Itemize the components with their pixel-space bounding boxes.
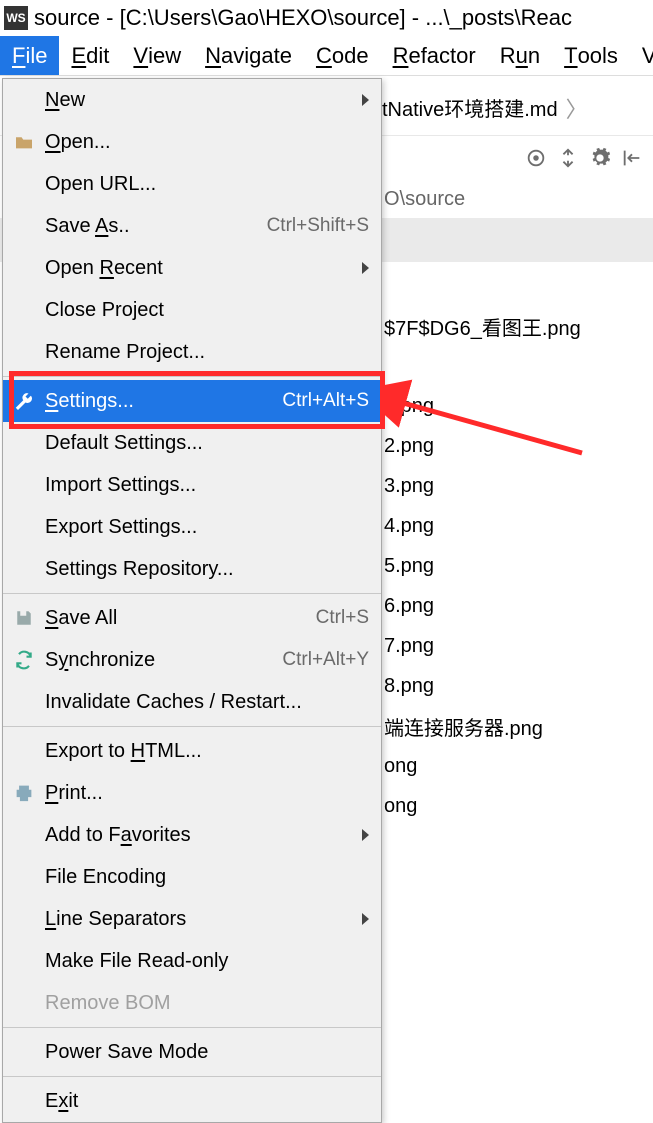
menu-item-new[interactable]: New [3, 79, 381, 121]
menu-item-export-to-html[interactable]: Export to HTML... [3, 730, 381, 772]
menu-item-label: Save As.. [45, 215, 259, 238]
menu-item-settings[interactable]: Settings... Ctrl+Alt+S [3, 380, 381, 422]
menu-view[interactable]: View [121, 36, 193, 75]
path-text: O\source [384, 188, 465, 211]
menu-item-remove-bom: Remove BOM [3, 982, 381, 1024]
menu-item-label: Import Settings... [45, 474, 369, 497]
breadcrumb-file[interactable]: tNative环境搭建.md [382, 93, 558, 122]
menu-item-label: Save All [45, 607, 308, 630]
menu-item-label: Settings Repository... [45, 558, 369, 581]
chevron-right-icon [362, 913, 369, 925]
menu-item-synchronize[interactable]: Synchronize Ctrl+Alt+Y [3, 639, 381, 681]
sync-icon [13, 649, 35, 671]
menu-item-label: New [45, 89, 354, 112]
menu-bar: File Edit View Navigate Code Refactor Ru… [0, 36, 653, 76]
menu-code[interactable]: Code [304, 36, 381, 75]
collapse-icon[interactable] [557, 147, 579, 169]
menu-separator [3, 1076, 381, 1077]
menu-item-make-file-read-only[interactable]: Make File Read-only [3, 940, 381, 982]
menu-item-label: Open URL... [45, 173, 369, 196]
menu-item-label: Default Settings... [45, 432, 369, 455]
chevron-right-icon [362, 94, 369, 106]
save-icon [13, 607, 35, 629]
menu-item-label: Open... [45, 131, 369, 154]
print-icon [13, 782, 35, 804]
menu-item-label: Rename Project... [45, 341, 369, 364]
menu-item-invalidate-caches-restart[interactable]: Invalidate Caches / Restart... [3, 681, 381, 723]
file-dropdown: New Open... Open URL... Save As.. Ctrl+Shift… [2, 78, 382, 1123]
chevron-right-icon [362, 829, 369, 841]
gear-icon[interactable] [589, 147, 611, 169]
menu-item-label: Exit [45, 1090, 369, 1113]
menu-item-add-to-favorites[interactable]: Add to Favorites [3, 814, 381, 856]
menu-item-shortcut: Ctrl+Shift+S [267, 215, 369, 237]
title-bar: WS source - [C:\Users\Gao\HEXO\source] -… [0, 0, 653, 36]
menu-item-label: Power Save Mode [45, 1041, 369, 1064]
menu-run[interactable]: Run [488, 36, 552, 75]
menu-file[interactable]: File [0, 36, 59, 75]
menu-item-import-settings[interactable]: Import Settings... [3, 464, 381, 506]
menu-item-file-encoding[interactable]: File Encoding [3, 856, 381, 898]
menu-item-print[interactable]: Print... [3, 772, 381, 814]
menu-item-label: Remove BOM [45, 992, 369, 1015]
menu-separator [3, 593, 381, 594]
wrench-icon [13, 390, 35, 412]
menu-separator [3, 376, 381, 377]
menu-item-label: File Encoding [45, 866, 369, 889]
menu-item-label: Open Recent [45, 257, 354, 280]
menu-edit[interactable]: Edit [59, 36, 121, 75]
menu-item-shortcut: Ctrl+Alt+Y [282, 649, 369, 671]
menu-item-export-settings[interactable]: Export Settings... [3, 506, 381, 548]
target-icon[interactable] [525, 147, 547, 169]
menu-item-save-as[interactable]: Save As.. Ctrl+Shift+S [3, 205, 381, 247]
menu-separator [3, 726, 381, 727]
menu-separator [3, 1027, 381, 1028]
menu-refactor[interactable]: Refactor [381, 36, 488, 75]
menu-item-label: Export Settings... [45, 516, 369, 539]
menu-item-label: Close Project [45, 299, 369, 322]
menu-item-label: Invalidate Caches / Restart... [45, 691, 369, 714]
app-icon: WS [4, 6, 28, 30]
menu-item-default-settings[interactable]: Default Settings... [3, 422, 381, 464]
menu-item-label: Line Separators [45, 908, 354, 931]
menu-item-label: Export to HTML... [45, 740, 369, 763]
menu-item-save-all[interactable]: Save All Ctrl+S [3, 597, 381, 639]
menu-item-shortcut: Ctrl+S [316, 607, 369, 629]
menu-item-power-save-mode[interactable]: Power Save Mode [3, 1031, 381, 1073]
folder-icon [13, 131, 35, 153]
chevron-right-icon: 〉 [566, 92, 588, 124]
window-title: source - [C:\Users\Gao\HEXO\source] - ..… [34, 5, 572, 31]
menu-item-label: Print... [45, 782, 369, 805]
menu-item-label: Synchronize [45, 649, 274, 672]
menu-navigate[interactable]: Navigate [193, 36, 304, 75]
menu-item-label: Settings... [45, 390, 274, 413]
hide-icon[interactable] [621, 147, 643, 169]
menu-v[interactable]: V [630, 36, 653, 75]
menu-item-label: Make File Read-only [45, 950, 369, 973]
menu-item-line-separators[interactable]: Line Separators [3, 898, 381, 940]
menu-item-open-url[interactable]: Open URL... [3, 163, 381, 205]
menu-item-shortcut: Ctrl+Alt+S [282, 390, 369, 412]
menu-item-close-project[interactable]: Close Project [3, 289, 381, 331]
menu-item-rename-project[interactable]: Rename Project... [3, 331, 381, 373]
menu-item-settings-repository[interactable]: Settings Repository... [3, 548, 381, 590]
menu-item-open[interactable]: Open... [3, 121, 381, 163]
chevron-right-icon [362, 262, 369, 274]
menu-item-label: Add to Favorites [45, 824, 354, 847]
menu-tools[interactable]: Tools [552, 36, 630, 75]
menu-item-open-recent[interactable]: Open Recent [3, 247, 381, 289]
